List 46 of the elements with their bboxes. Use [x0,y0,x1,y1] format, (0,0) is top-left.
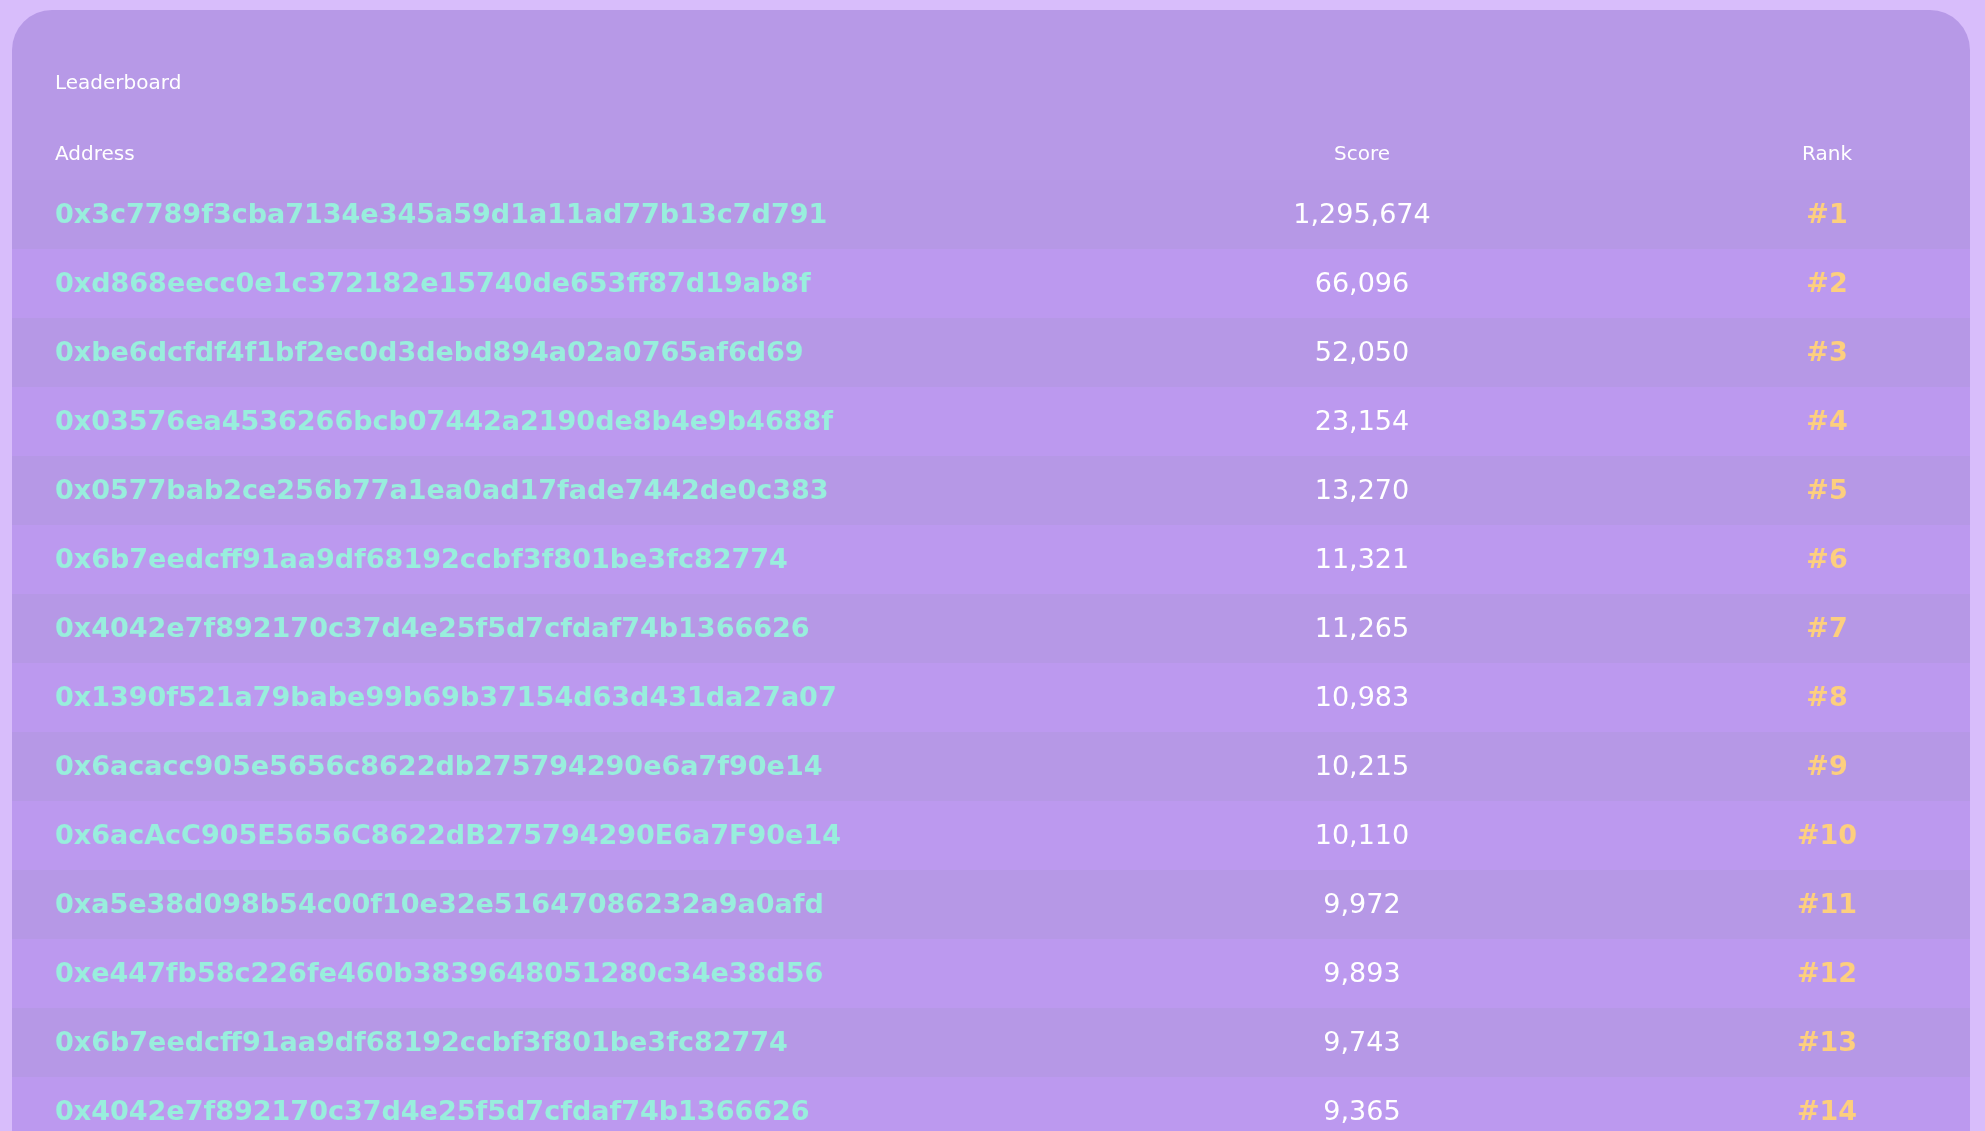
address-link[interactable]: 0xbe6dcfdf4f1bf2ec0d3debd894a02a0765af6d69 [55,332,804,373]
score-cell-text: 10,983 [1314,680,1410,715]
score-cell-text: 9,893 [1323,956,1401,991]
score-cell-text: 52,050 [1314,335,1410,370]
rank-cell-text: #8 [1805,680,1849,715]
column-header: Score [1334,139,1390,167]
address-link[interactable]: 0xa5e38d098b54c00f10e32e51647086232a9a0afd [55,884,824,925]
score-cell-text: 66,096 [1314,266,1410,301]
rank-cell-text: #9 [1805,749,1849,784]
rank-cell-text: #6 [1805,542,1849,577]
address-link[interactable]: 0x0577bab2ce256b77a1ea0ad17fade7442de0c383 [55,470,829,511]
rank-cell-text: #14 [1795,1094,1859,1129]
rank-cell-text: #10 [1795,818,1859,853]
rank-cell-text: #5 [1805,473,1849,508]
score-cell-text: 11,265 [1314,611,1410,646]
score-cell-text: 10,110 [1314,818,1410,853]
score-cell-text: 9,972 [1323,887,1401,922]
rank-cell-text: #2 [1805,266,1849,301]
address-link[interactable]: 0x4042e7f892170c37d4e25f5d7cfdaf74b1366626 [55,608,810,649]
address-link[interactable]: 0x6b7eedcff91aa9df68192ccbf3f801be3fc82774 [55,1022,788,1063]
column-header: Address [55,139,136,167]
score-cell-text: 11,321 [1314,542,1410,577]
rank-cell-text: #4 [1805,404,1849,439]
rank-cell-text: #7 [1805,611,1849,646]
rank-cell-text: #11 [1795,887,1859,922]
rank-cell-text: #13 [1795,1025,1859,1060]
rank-cell-text: #1 [1805,197,1849,232]
address-link[interactable]: 0xe447fb58c226fe460b3839648051280c34e38d56 [55,953,824,994]
rank-cell-text: #12 [1795,956,1859,991]
address-link[interactable]: 0x1390f521a79babe99b69b37154d63d431da27a07 [55,677,837,718]
score-cell-text: 1,295,674 [1293,197,1431,232]
address-link[interactable]: 0xd868eecc0e1c372182e15740de653ff87d19ab8f [55,263,811,304]
leaderboard-title: Leaderboard [54,69,183,96]
score-cell-text: 9,365 [1323,1094,1401,1129]
score-cell-text: 10,215 [1314,749,1410,784]
score-cell-text: 9,743 [1323,1025,1401,1060]
column-header: Rank [1801,139,1853,167]
address-link[interactable]: 0x03576ea4536266bcb07442a2190de8b4e9b4688f [55,401,833,442]
score-cell-text: 23,154 [1314,404,1410,439]
address-link[interactable]: 0x3c7789f3cba7134e345a59d1a11ad77b13c7d791 [55,194,828,235]
rank-cell-text: #3 [1805,335,1849,370]
address-link[interactable]: 0x6b7eedcff91aa9df68192ccbf3f801be3fc82774 [55,539,788,580]
address-link[interactable]: 0x6acAcC905E5656C8622dB275794290E6a7F90e14 [55,815,841,856]
address-link[interactable]: 0x4042e7f892170c37d4e25f5d7cfdaf74b1366626 [55,1091,810,1131]
address-link[interactable]: 0x6acacc905e5656c8622db275794290e6a7f90e14 [55,746,823,787]
score-cell-text: 13,270 [1314,473,1410,508]
